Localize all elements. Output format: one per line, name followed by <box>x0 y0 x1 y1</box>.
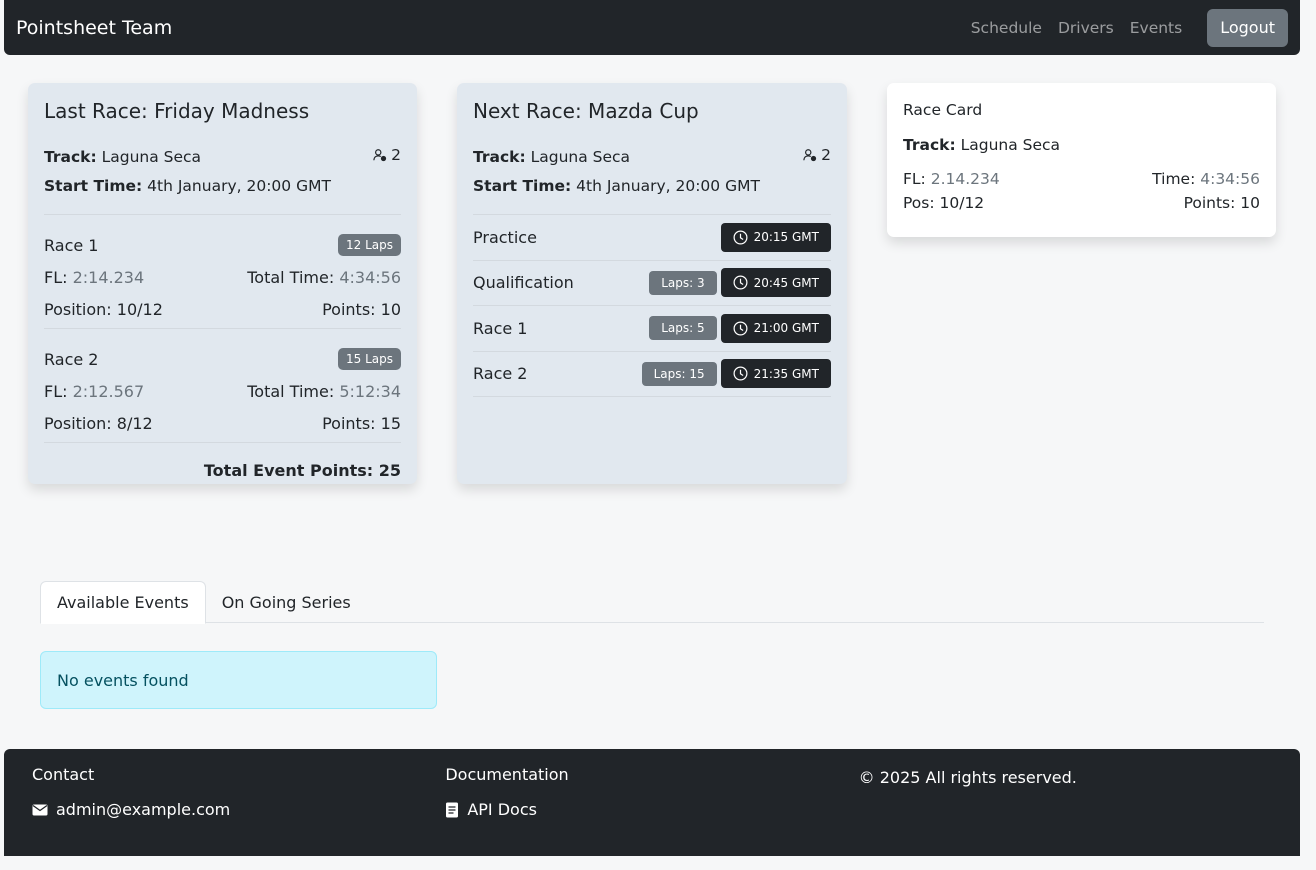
fastest-lap: FL: 2:12.567 <box>44 381 145 401</box>
race-name: Race 1 <box>44 235 99 255</box>
race-name: Race 2 <box>44 349 99 369</box>
next-race-card: Next Race: Mazda Cup Track: Laguna Seca … <box>457 83 847 484</box>
last-race-card: Last Race: Friday Madness Track: Laguna … <box>28 83 417 484</box>
session-row: Qualification Laps: 3 20:45 GMT <box>473 261 831 306</box>
fastest-lap: FL: 2:14.234 <box>44 267 145 287</box>
session-name: Qualification <box>473 273 574 293</box>
race-card-pos: Pos: 10/12 <box>903 194 985 212</box>
driver-icon <box>803 148 817 161</box>
session-laps: Laps: 3 <box>649 270 717 295</box>
driver-count: 2 <box>803 146 831 164</box>
driver-icon <box>373 148 387 161</box>
nav-events[interactable]: Events <box>1130 19 1182 37</box>
tab-available-events[interactable]: Available Events <box>40 581 206 624</box>
footer-copyright-col: © 2025 All rights reserved. <box>859 765 1272 840</box>
footer-docs: Documentation API Docs <box>445 765 858 840</box>
navbar: Pointsheet Team Schedule Drivers Events … <box>4 0 1300 55</box>
tab-ongoing-series[interactable]: On Going Series <box>206 581 367 623</box>
tabs: Available Events On Going Series <box>40 581 1264 624</box>
clock-icon <box>733 321 748 336</box>
footer-contact: Contact admin@example.com <box>32 765 445 840</box>
footer-email-link[interactable]: admin@example.com <box>32 800 445 819</box>
no-events-alert: No events found <box>40 651 437 709</box>
nav-schedule[interactable]: Schedule <box>971 19 1042 37</box>
race-result: Race 1 12 Laps FL: 2:14.234 Total Time: … <box>44 229 401 325</box>
race-card-time: Time: 4:34:56 <box>1152 170 1260 188</box>
session-name: Race 2 <box>473 364 528 384</box>
position: Position: 10/12 <box>44 299 163 319</box>
race-card-title: Race Card <box>903 101 983 119</box>
session-name: Race 1 <box>473 318 528 338</box>
last-race-start: Start Time: 4th January, 20:00 GMT <box>44 177 331 195</box>
last-race-title: Last Race: Friday Madness <box>44 99 310 123</box>
session-name: Practice <box>473 227 537 247</box>
session-time: 20:15 GMT <box>720 222 831 252</box>
clock-icon <box>733 275 748 290</box>
points: Points: 10 <box>322 299 401 319</box>
race-card-points: Points: 10 <box>1183 194 1260 212</box>
divider <box>44 214 401 215</box>
footer-docs-title: Documentation <box>445 765 569 784</box>
position: Position: 8/12 <box>44 413 153 433</box>
nav-links: Schedule Drivers Events Logout <box>971 8 1288 47</box>
nav-drivers[interactable]: Drivers <box>1058 19 1114 37</box>
laps-badge: 15 Laps <box>338 348 401 370</box>
session-time: 21:35 GMT <box>720 359 831 389</box>
copyright: © 2025 All rights reserved. <box>858 768 1077 787</box>
logout-button[interactable]: Logout <box>1207 8 1288 47</box>
session-laps: Laps: 5 <box>649 316 717 341</box>
footer-api-docs-link[interactable]: API Docs <box>445 800 858 819</box>
next-race-track: Track: Laguna Seca <box>473 148 631 166</box>
session-row: Practice 20:15 GMT <box>473 215 831 261</box>
total-event-points: Total Event Points: 25 <box>203 461 401 480</box>
driver-count: 2 <box>373 146 401 164</box>
footer: Contact admin@example.com Documentation … <box>4 749 1300 856</box>
session-row: Race 2 Laps: 15 21:35 GMT <box>473 352 831 397</box>
laps-badge: 12 Laps <box>338 234 401 256</box>
divider <box>44 328 401 329</box>
clock-icon <box>733 230 748 245</box>
clock-icon <box>733 366 748 381</box>
next-race-start: Start Time: 4th January, 20:00 GMT <box>473 177 760 195</box>
total-time: Total Time: 4:34:56 <box>247 267 401 287</box>
next-race-title: Next Race: Mazda Cup <box>473 99 699 123</box>
race-card-fl: FL: 2.14.234 <box>903 170 1000 188</box>
session-time: 21:00 GMT <box>720 313 831 343</box>
race-card-track: Track: Laguna Seca <box>903 136 1061 154</box>
brand[interactable]: Pointsheet Team <box>16 17 172 39</box>
race-card: Race Card Track: Laguna Seca FL: 2.14.23… <box>887 83 1276 237</box>
total-time: Total Time: 5:12:34 <box>247 381 401 401</box>
session-laps: Laps: 15 <box>641 361 717 386</box>
last-race-track: Track: Laguna Seca <box>44 148 202 166</box>
envelope-icon <box>32 804 48 815</box>
footer-contact-title: Contact <box>32 765 95 784</box>
session-row: Race 1 Laps: 5 21:00 GMT <box>473 306 831 352</box>
race-result: Race 2 15 Laps FL: 2:12.567 Total Time: … <box>44 343 401 439</box>
session-time: 20:45 GMT <box>720 268 831 298</box>
document-icon <box>446 802 459 817</box>
points: Points: 15 <box>322 413 401 433</box>
